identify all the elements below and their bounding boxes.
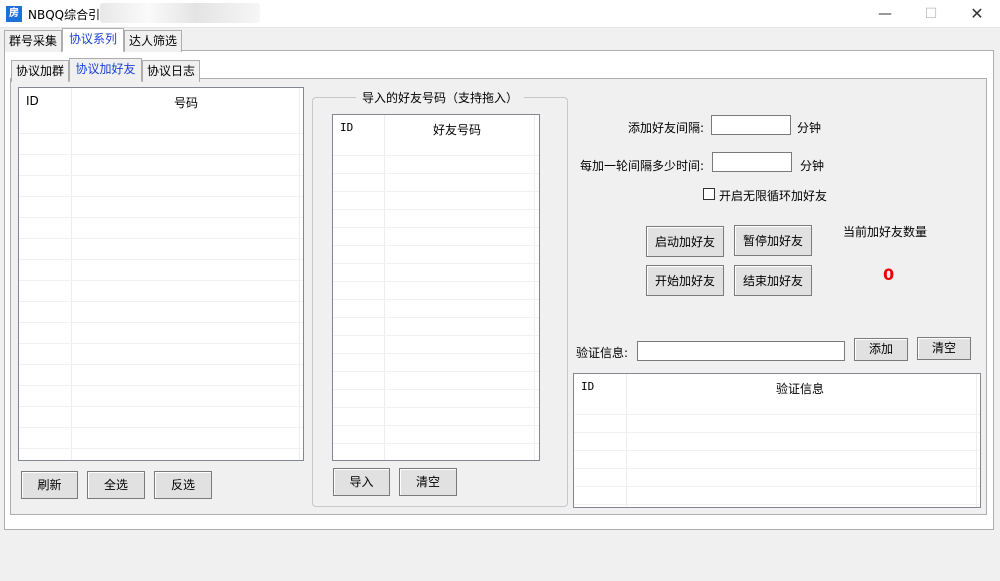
clear-verify-button[interactable]: 清空 xyxy=(917,337,971,360)
minimize-button[interactable]: — xyxy=(862,0,908,28)
select-all-button[interactable]: 全选 xyxy=(87,471,145,499)
end-add-friend-button[interactable]: 结束加好友 xyxy=(734,265,812,296)
blurred-title-region xyxy=(100,3,260,23)
refresh-button[interactable]: 刷新 xyxy=(21,471,78,499)
round-interval-input[interactable] xyxy=(712,152,792,172)
col-verify-info: 验证信息 xyxy=(776,382,825,396)
add-verify-button[interactable]: 添加 xyxy=(854,338,908,361)
tab-protocol-add-friend[interactable]: 协议加好友 xyxy=(69,58,142,82)
friend-number-list[interactable]: ID 好友号码 xyxy=(332,114,540,461)
friend-count-label: 当前加好友数量 xyxy=(843,225,928,239)
infinite-loop-label: 开启无限循环加好友 xyxy=(719,189,828,203)
window-title: NBQQ综合引 xyxy=(28,8,101,22)
close-button[interactable]: ✕ xyxy=(954,0,1000,28)
begin-add-friend-button[interactable]: 开始加好友 xyxy=(646,265,724,296)
infinite-loop-checkbox[interactable] xyxy=(703,188,715,200)
import-group-title: 导入的好友号码（支持拖入） xyxy=(356,89,525,106)
start-add-friend-button[interactable]: 启动加好友 xyxy=(646,226,724,257)
col-id: ID xyxy=(340,121,354,134)
tab-protocol-add-group[interactable]: 协议加群 xyxy=(11,60,69,82)
col-number: 号码 xyxy=(174,96,199,110)
interval-unit: 分钟 xyxy=(797,121,822,135)
tab-protocol-series[interactable]: 协议系列 xyxy=(62,28,124,52)
col-id: ID xyxy=(26,94,39,108)
round-interval-unit: 分钟 xyxy=(800,159,825,173)
interval-input[interactable] xyxy=(711,115,791,135)
list-header: ID 验证信息 xyxy=(574,374,980,400)
col-friend-number: 好友号码 xyxy=(433,123,482,137)
tab-talent-filter[interactable]: 达人筛选 xyxy=(124,30,182,52)
interval-label: 添加好友间隔: xyxy=(628,121,705,135)
friend-count-value: 0 xyxy=(883,265,895,284)
tab-group-collect[interactable]: 群号采集 xyxy=(4,30,62,52)
maximize-button[interactable]: ☐ xyxy=(908,0,954,28)
list-header: ID 好友号码 xyxy=(333,115,539,141)
invert-selection-button[interactable]: 反选 xyxy=(154,471,212,499)
pause-add-friend-button[interactable]: 暂停加好友 xyxy=(734,225,812,256)
col-id: ID xyxy=(581,380,595,393)
import-button[interactable]: 导入 xyxy=(333,468,390,496)
group-number-list[interactable]: ID 号码 xyxy=(18,87,304,461)
verify-input[interactable] xyxy=(637,341,845,361)
tab-protocol-log[interactable]: 协议日志 xyxy=(142,60,200,82)
verify-label: 验证信息: xyxy=(576,346,629,360)
verify-info-list[interactable]: ID 验证信息 xyxy=(573,373,981,508)
clear-friends-button[interactable]: 清空 xyxy=(399,468,457,496)
app-icon: 房 xyxy=(6,6,22,22)
list-header: ID 号码 xyxy=(19,88,303,114)
round-interval-label: 每加一轮间隔多少时间: xyxy=(580,159,705,173)
